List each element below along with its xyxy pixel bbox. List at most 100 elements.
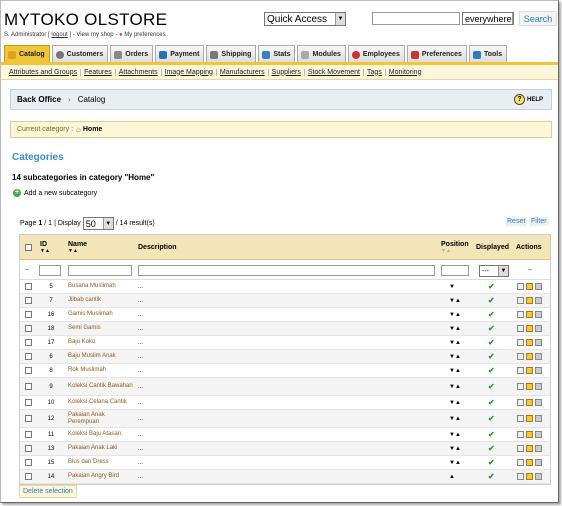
delete-icon[interactable] (535, 473, 542, 480)
sort-arrows-icon[interactable]: ▼▲ (68, 248, 78, 254)
delete-icon[interactable] (535, 459, 542, 466)
delete-icon[interactable] (535, 415, 542, 422)
tab-customers[interactable]: Customers (51, 45, 109, 63)
check-icon[interactable]: ✔ (488, 430, 495, 439)
table-row[interactable]: 17 Baju Koko... ▼ ▲ ✔ (20, 336, 550, 350)
edit-icon[interactable] (526, 283, 533, 290)
move-up-icon[interactable]: ▲ (455, 340, 461, 346)
row-name[interactable]: Semi Gamis (68, 325, 101, 332)
delete-icon[interactable] (535, 445, 542, 452)
table-row[interactable]: 7 Jilbab cantik... ▼ ▲ ✔ (20, 294, 550, 308)
delete-icon[interactable] (535, 399, 542, 406)
view-icon[interactable] (517, 311, 524, 318)
row-name[interactable]: Baju Muslim Anak (68, 353, 116, 360)
delete-icon[interactable] (535, 283, 542, 290)
view-icon[interactable] (517, 431, 524, 438)
row-checkbox[interactable] (25, 339, 32, 346)
view-icon[interactable] (517, 353, 524, 360)
row-name[interactable]: Koleksi Celana Cantik (68, 399, 127, 406)
logout-link[interactable]: logout (51, 32, 67, 38)
table-row[interactable]: 13 Pakaian Anak Laki... ▼ ▲ ✔ (20, 442, 550, 456)
filter-position-input[interactable] (441, 265, 469, 276)
tab-orders[interactable]: Orders (110, 45, 154, 63)
tab-payment[interactable]: Payment (155, 45, 205, 63)
view-icon[interactable] (517, 339, 524, 346)
row-name[interactable]: Busana Muslimah (68, 283, 116, 290)
table-row[interactable]: 18 Semi Gamis... ▼ ▲ ✔ (20, 322, 550, 336)
row-name[interactable]: Koleksi Cantik Bawahan (68, 383, 133, 390)
view-icon[interactable] (517, 325, 524, 332)
edit-icon[interactable] (526, 415, 533, 422)
move-down-icon[interactable]: ▼ (449, 284, 455, 290)
tab-stats[interactable]: Stats (258, 45, 296, 63)
check-icon[interactable]: ✔ (488, 382, 495, 391)
edit-icon[interactable] (526, 325, 533, 332)
edit-icon[interactable] (526, 431, 533, 438)
filter-id-input[interactable] (39, 265, 61, 276)
check-icon[interactable]: ✔ (488, 444, 495, 453)
subtab-manufacturers[interactable]: Manufacturers (217, 68, 269, 76)
delete-icon[interactable] (535, 339, 542, 346)
table-row[interactable]: 11 Koleksi Baju Atasan... ▼ ▲ ✔ (20, 428, 550, 442)
row-checkbox[interactable] (25, 459, 32, 466)
reset-button[interactable]: Reset (505, 217, 528, 226)
view-icon[interactable] (517, 415, 524, 422)
filter-displayed-select[interactable]: --- ▼ (479, 265, 509, 277)
table-row[interactable]: 15 Blus dan Dress... ▼ ▲ ✔ (20, 456, 550, 470)
subtab-tags[interactable]: Tags (364, 68, 386, 76)
check-icon[interactable]: ✔ (488, 296, 495, 305)
move-up-icon[interactable]: ▲ (449, 474, 455, 480)
tab-modules[interactable]: Modules (297, 45, 346, 63)
help-button[interactable]: ? HELP (514, 94, 543, 105)
edit-icon[interactable] (526, 399, 533, 406)
table-row[interactable]: 16 Gamis Muslimah... ▼ ▲ ✔ (20, 308, 550, 322)
subtab-image-mapping[interactable]: Image Mapping (162, 68, 217, 76)
check-icon[interactable]: ✔ (488, 352, 495, 361)
edit-icon[interactable] (526, 311, 533, 318)
delete-icon[interactable] (535, 431, 542, 438)
edit-icon[interactable] (526, 367, 533, 374)
move-up-icon[interactable]: ▲ (455, 326, 461, 332)
move-up-icon[interactable]: ▲ (455, 384, 461, 390)
row-name[interactable]: Baju Koko (68, 339, 95, 346)
edit-icon[interactable] (526, 297, 533, 304)
move-up-icon[interactable]: ▲ (455, 416, 461, 422)
view-icon[interactable] (517, 473, 524, 480)
subtab-suppliers[interactable]: Suppliers (269, 68, 305, 76)
quick-access-select[interactable]: Quick Access ▼ (264, 12, 346, 26)
row-checkbox[interactable] (25, 353, 32, 360)
tab-tools[interactable]: Tools (468, 45, 508, 63)
move-up-icon[interactable]: ▲ (455, 368, 461, 374)
tab-catalog[interactable]: Catalog (4, 45, 50, 63)
row-name[interactable]: Pakaian Anak Perempuan (68, 412, 134, 426)
add-subcategory-link[interactable]: + Add a new subcategory (13, 189, 97, 197)
row-checkbox[interactable] (25, 325, 32, 332)
row-checkbox[interactable] (25, 473, 32, 480)
tab-preferences[interactable]: Preferences (406, 45, 467, 63)
check-icon[interactable]: ✔ (488, 282, 495, 291)
view-icon[interactable] (517, 459, 524, 466)
subtab-attributes[interactable]: Attributes and Groups (6, 68, 82, 76)
table-row[interactable]: 10 Koleksi Celana Cantik... ▼ ▲ ✔ (20, 396, 550, 410)
filter-name-input[interactable] (68, 265, 132, 276)
tab-employees[interactable]: Employees (347, 45, 405, 63)
row-checkbox[interactable] (25, 283, 32, 290)
view-icon[interactable] (517, 367, 524, 374)
table-row[interactable]: 6 Baju Muslim Anak... ▼ ▲ ✔ (20, 350, 550, 364)
row-name[interactable]: Blus dan Dress (68, 459, 109, 466)
breadcrumb-root[interactable]: Back Office (17, 95, 61, 104)
move-up-icon[interactable]: ▲ (455, 354, 461, 360)
delete-icon[interactable] (535, 311, 542, 318)
subtab-monitoring[interactable]: Monitoring (386, 69, 425, 76)
check-icon[interactable]: ✔ (488, 324, 495, 333)
view-icon[interactable] (517, 283, 524, 290)
edit-icon[interactable] (526, 353, 533, 360)
check-icon[interactable]: ✔ (488, 366, 495, 375)
row-name[interactable]: Pakaian Angry Bird (68, 473, 119, 480)
row-checkbox[interactable] (25, 415, 32, 422)
table-row[interactable]: 14 Pakaian Angry Bird... ▲ ✔ (20, 470, 550, 484)
search-input[interactable] (372, 12, 460, 25)
row-checkbox[interactable] (25, 383, 32, 390)
row-checkbox[interactable] (25, 399, 32, 406)
move-up-icon[interactable]: ▲ (455, 460, 461, 466)
